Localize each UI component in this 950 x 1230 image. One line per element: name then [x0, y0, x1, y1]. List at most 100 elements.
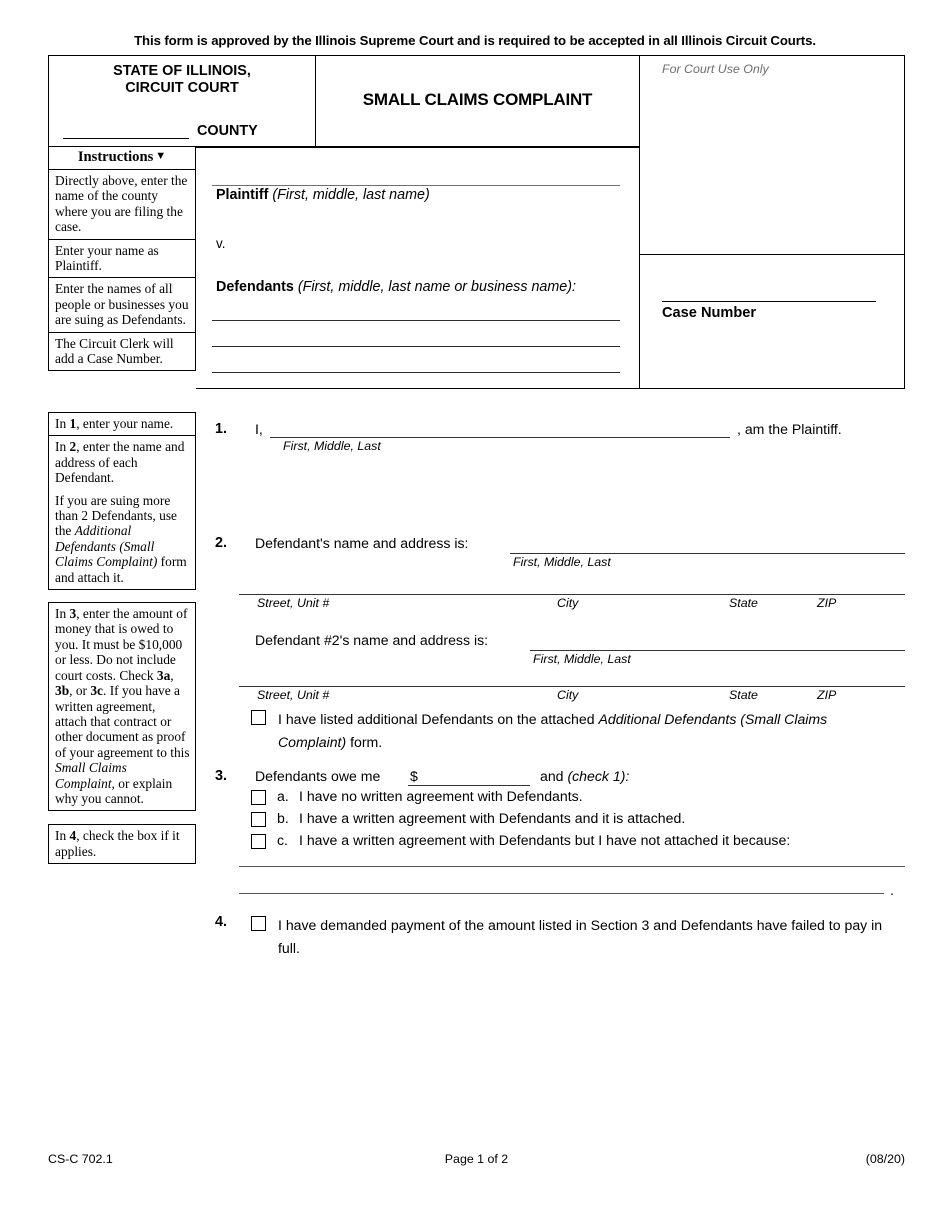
versus-label: v.: [216, 236, 226, 251]
defendant-2-label: Defendant #2's name and address is:: [255, 632, 489, 648]
option-b-checkbox[interactable]: [251, 812, 266, 827]
demanded-payment-text: I have demanded payment of the amount li…: [278, 917, 883, 956]
body-instruction-box-2: In 2, enter the name and address of each…: [48, 436, 196, 591]
plaintiff-input-blank[interactable]: [212, 185, 620, 186]
additional-defendants-text-b: form.: [346, 734, 383, 750]
defendant-1-name-sub: First, Middle, Last: [513, 555, 611, 569]
option-a-checkbox[interactable]: [251, 790, 266, 805]
option-row-c: c. I have a written agreement with Defend…: [251, 832, 911, 849]
section-4-number: 4.: [215, 914, 228, 930]
section-1-i-word: I,: [255, 421, 263, 437]
body-instruction-1-text: In 1, enter your name.: [55, 416, 174, 431]
section-2-number: 2.: [215, 535, 228, 551]
body-instruction-4-text: In 4, check the box if it applies.: [55, 828, 180, 859]
footer-form-code: CS-C 702.1: [48, 1152, 113, 1166]
body-instruction-box-3: In 3, enter the amount of money that is …: [48, 602, 196, 812]
amount-owed-input[interactable]: [408, 785, 530, 786]
state-line-1: STATE OF ILLINOIS,: [113, 63, 251, 79]
instructions-header[interactable]: Instructions ▼: [49, 147, 195, 170]
defendant-input-blank-1[interactable]: [212, 320, 620, 321]
defendants-hint: (First, middle, last name or business na…: [297, 279, 576, 295]
defendant-2-name-sub: First, Middle, Last: [533, 652, 631, 666]
defendants-label: Defendants (First, middle, last name or …: [216, 279, 576, 295]
address-city-label-2: City: [557, 688, 579, 702]
body-instructions-column: In 1, enter your name. In 2, enter the n…: [48, 412, 196, 865]
plaintiff-hint: (First, middle, last name): [272, 187, 430, 203]
option-c-text: I have a written agreement with Defendan…: [299, 832, 791, 848]
address-street-label-1: Street, Unit #: [257, 596, 330, 610]
instructions-header-label: Instructions: [77, 149, 154, 165]
instruction-item-4: The Circuit Clerk will add a Case Number…: [55, 335, 174, 367]
dollar-sign-icon: $: [410, 768, 418, 784]
option-b-letter: b.: [277, 810, 289, 826]
body-instruction-box-4: In 4, check the box if it applies.: [48, 824, 196, 865]
state-line-2: CIRCUIT COURT: [125, 80, 239, 96]
option-c-checkbox[interactable]: [251, 834, 266, 849]
instruction-item-2: Enter your name as Plaintiff.: [49, 240, 195, 279]
form-title-cell: SMALL CLAIMS COMPLAINT: [316, 55, 640, 147]
additional-defendants-row: I have listed additional Defendants on t…: [251, 708, 911, 754]
case-number-label: Case Number: [662, 305, 757, 321]
instructions-table: Instructions ▼ Directly above, enter the …: [48, 147, 196, 372]
defendant-2-address-input[interactable]: [239, 686, 905, 687]
body-instruction-3-text: In 3, enter the amount of money that is …: [55, 606, 190, 806]
approval-notice: This form is approved by the Illinois Su…: [134, 33, 816, 48]
additional-defendants-text-a: I have listed additional Defendants on t…: [278, 711, 599, 727]
section-3-check-hint: (check 1):: [567, 768, 630, 784]
explanation-input-line-1[interactable]: [239, 866, 905, 867]
case-number-cell: Case Number: [640, 255, 905, 389]
county-entry-row: COUNTY: [63, 121, 307, 139]
section-1: 1. I, First, Middle, Last , am the Plain…: [215, 412, 915, 474]
chevron-down-icon: ▼: [155, 150, 167, 162]
state-title: STATE OF ILLINOIS, CIRCUIT COURT: [49, 56, 315, 97]
defendant-1-label: Defendant's name and address is:: [255, 535, 469, 551]
section-3-and: and: [540, 768, 564, 784]
body-content-column: 1. I, First, Middle, Last , am the Plain…: [215, 412, 915, 972]
caption-block: STATE OF ILLINOIS, CIRCUIT COURT COUNTY …: [48, 55, 905, 389]
form-page: This form is approved by the Illinois Su…: [0, 0, 950, 1230]
defendants-label-text: Defendants: [216, 279, 294, 295]
demanded-payment-checkbox[interactable]: [251, 916, 266, 931]
additional-defendants-checkbox[interactable]: [251, 710, 266, 725]
section-3-number: 3.: [215, 768, 228, 784]
address-zip-label-2: ZIP: [817, 688, 837, 702]
footer-page-label: Page 1 of 2: [444, 1152, 509, 1166]
address-zip-label-1: ZIP: [817, 596, 837, 610]
defendant-2-name-input[interactable]: [530, 650, 905, 651]
demanded-payment-row: I have demanded payment of the amount li…: [251, 914, 916, 960]
option-row-a: a. I have no written agreement with Defen…: [251, 788, 911, 805]
address-state-label-1: State: [729, 596, 758, 610]
state-county-cell: STATE OF ILLINOIS, CIRCUIT COURT COUNTY: [48, 55, 316, 147]
defendant-1-name-input[interactable]: [510, 553, 905, 554]
section-2: 2. Defendant's name and address is: Firs…: [215, 474, 915, 670]
option-row-b: b. I have a written agreement with Defend…: [251, 810, 911, 827]
section-3: 3. Defendants owe me $ and (check 1): a.…: [215, 762, 915, 912]
address-state-label-2: State: [729, 688, 758, 702]
section-1-tail: , am the Plaintiff.: [737, 421, 842, 437]
court-use-only-cell: For Court Use Only: [640, 55, 905, 255]
section-3-label: Defendants owe me: [255, 768, 381, 784]
defendant-input-blank-3[interactable]: [212, 372, 620, 373]
section-3-check-one: and (check 1):: [540, 768, 629, 784]
option-c-letter: c.: [277, 832, 288, 848]
form-title: SMALL CLAIMS COMPLAINT: [362, 90, 593, 109]
plaintiff-name-input[interactable]: [270, 437, 730, 438]
parties-cell: Plaintiff (First, middle, last name) v. …: [196, 147, 640, 389]
plaintiff-label: Plaintiff (First, middle, last name): [216, 187, 430, 203]
footer-revision: (08/20): [865, 1152, 905, 1166]
defendant-input-blank-2[interactable]: [212, 346, 620, 347]
defendant-1-address-input[interactable]: [239, 594, 905, 595]
additional-defendants-text: I have listed additional Defendants on t…: [278, 708, 888, 754]
section-2-continued: Street, Unit # City State ZIP I have lis…: [215, 670, 915, 762]
address-city-label-1: City: [557, 596, 579, 610]
body-instruction-box-1: In 1, enter your name.: [48, 412, 196, 437]
plaintiff-label-text: Plaintiff: [216, 187, 269, 203]
section-1-number: 1.: [215, 421, 228, 437]
section-1-sub-label: First, Middle, Last: [283, 439, 381, 453]
county-label: COUNTY: [197, 123, 258, 139]
instruction-item-1: Directly above, enter the name of the co…: [49, 170, 195, 240]
case-number-group: Case Number: [662, 300, 876, 321]
explanation-input-line-2[interactable]: [239, 893, 884, 894]
county-input-blank[interactable]: [63, 121, 189, 139]
option-a-text: I have no written agreement with Defenda…: [299, 788, 583, 804]
